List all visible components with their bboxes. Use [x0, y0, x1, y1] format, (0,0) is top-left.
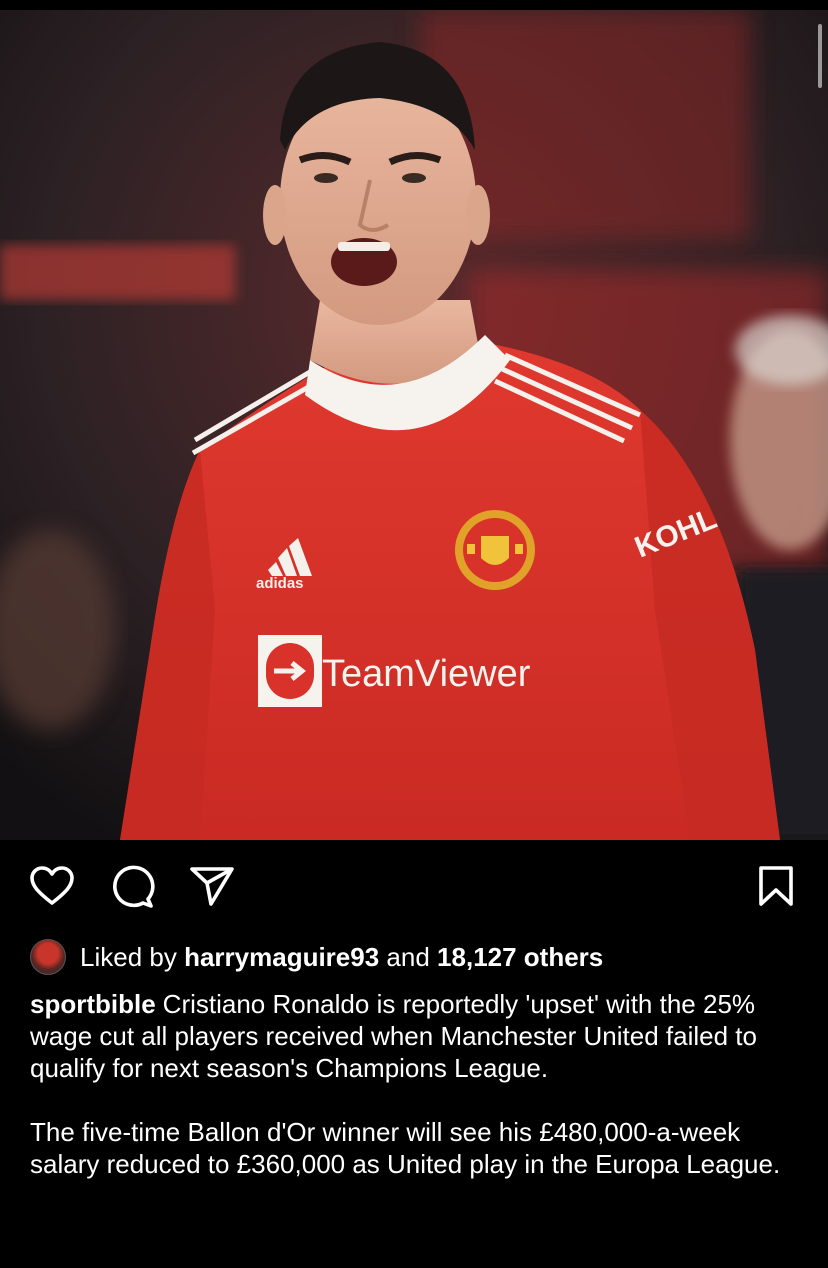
caption-paragraph: sportbible Cristiano Ronaldo is reportedl… [30, 988, 800, 1084]
post-image: adidas TeamViewer KOHL [0, 10, 828, 840]
author-username-link[interactable]: sportbible [30, 989, 156, 1019]
jersey-brand-text: adidas [256, 575, 304, 592]
jersey-sponsor-text: TeamViewer [322, 653, 531, 695]
avatar[interactable] [30, 939, 66, 975]
scroll-indicator[interactable] [818, 24, 822, 88]
likes-prefix: Liked by [80, 942, 177, 972]
post-photo[interactable]: adidas TeamViewer KOHL [0, 10, 828, 840]
likes-connector: and [386, 942, 430, 972]
caption-paragraph: The five-time Ballon d'Or winner will se… [30, 1117, 781, 1179]
post-action-bar [0, 862, 828, 914]
likes-others-link[interactable]: 18,127 others [437, 938, 603, 976]
club-crest-icon [455, 510, 535, 590]
bookmark-icon[interactable] [752, 862, 800, 910]
comment-icon[interactable] [108, 862, 156, 910]
send-icon[interactable] [188, 862, 236, 910]
heart-icon[interactable] [28, 862, 76, 910]
likes-summary[interactable]: Liked by harrymaguire93 and 18,127 other… [30, 938, 603, 976]
post-caption: sportbible Cristiano Ronaldo is reportedl… [30, 988, 800, 1212]
post-view: adidas TeamViewer KOHL Liked by harrymag… [0, 0, 828, 1268]
liker-username-link[interactable]: harrymaguire93 [184, 938, 379, 976]
